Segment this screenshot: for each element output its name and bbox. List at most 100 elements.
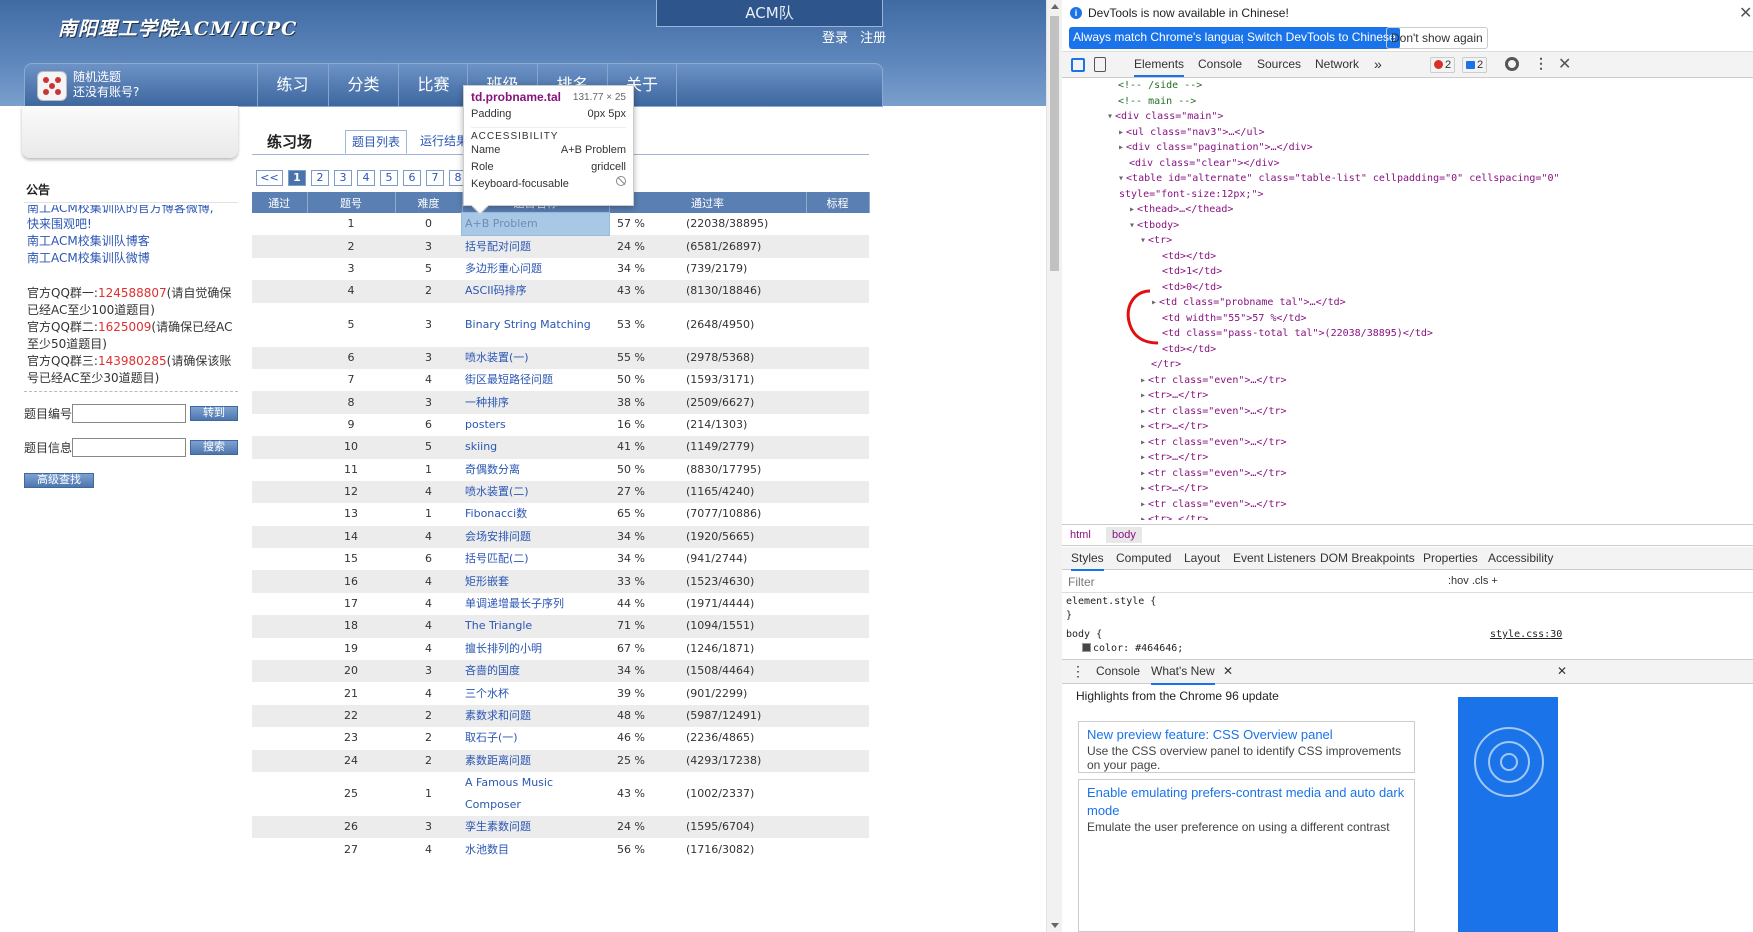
tab-accessibility[interactable]: Accessibility — [1488, 547, 1553, 569]
collapse-arrow-icon[interactable]: ▸ — [1140, 452, 1146, 463]
dom-node[interactable]: ▾ <tbody> — [1129, 218, 1179, 234]
dom-node[interactable]: <td width="55">57 %</td> — [1162, 311, 1307, 327]
page-1[interactable]: 1 — [288, 170, 306, 186]
dom-node[interactable]: ▸ <td class="probname tal">…</td> — [1151, 295, 1346, 311]
problem-link[interactable]: 擅长排列的小明 — [462, 638, 609, 660]
dom-node[interactable]: <td>1</td> — [1162, 264, 1222, 280]
col-id[interactable]: 题号 — [307, 192, 396, 213]
problem-link[interactable]: 三个水杯 — [462, 682, 609, 704]
collapse-arrow-icon[interactable]: ▸ — [1140, 406, 1146, 417]
random-pick[interactable]: 随机选题 还没有账号? — [73, 70, 139, 100]
dom-node[interactable]: ▸ <ul class="nav3">…</ul> — [1118, 125, 1265, 141]
problem-link[interactable]: 素数距离问题 — [462, 749, 609, 772]
page-3[interactable]: 3 — [334, 170, 352, 186]
dom-node[interactable]: ▸ <tr>…</tr> — [1140, 419, 1208, 435]
tab-sources[interactable]: Sources — [1257, 52, 1301, 77]
collapse-arrow-icon[interactable]: ▸ — [1140, 437, 1146, 448]
col-passed[interactable]: 通过 — [252, 192, 308, 213]
device-toolbar-icon[interactable] — [1094, 57, 1106, 72]
card-title[interactable]: New preview feature: CSS Overview panel — [1087, 726, 1406, 744]
problem-link[interactable]: skiing — [462, 436, 609, 459]
col-solution[interactable]: 标程 — [806, 192, 870, 213]
no-account-link[interactable]: 还没有账号? — [73, 85, 139, 100]
crumb-html[interactable]: html — [1064, 527, 1097, 543]
problem-link[interactable]: The Triangle — [462, 615, 609, 638]
dice-icon[interactable] — [37, 71, 67, 101]
dom-node[interactable]: ▸ <thead>…</thead> — [1129, 202, 1233, 218]
dom-node[interactable]: ▸ <tr>…</tr> — [1140, 512, 1208, 520]
whats-new-card[interactable]: Enable emulating prefers-contrast media … — [1078, 779, 1415, 932]
problem-link[interactable]: A Famous Music Composer — [462, 772, 609, 816]
collapse-arrow-icon[interactable]: ▸ — [1140, 483, 1146, 494]
tab-layout[interactable]: Layout — [1184, 547, 1220, 569]
whats-new-card[interactable]: New preview feature: CSS Overview panel … — [1078, 721, 1415, 773]
problem-link[interactable]: 吝啬的国度 — [462, 660, 609, 683]
problem-link[interactable]: 孪生素数问题 — [462, 815, 609, 839]
switch-chinese-button[interactable]: Switch DevTools to Chinese — [1243, 27, 1400, 49]
collapse-arrow-icon[interactable]: ▸ — [1140, 375, 1146, 386]
dom-node[interactable]: <div class="clear"></div> — [1129, 156, 1280, 172]
problem-link[interactable]: 水池数目 — [462, 838, 609, 860]
tab-network[interactable]: Network — [1315, 52, 1359, 77]
problem-link[interactable]: 喷水装置(二) — [462, 480, 609, 504]
dom-node[interactable]: ▸ <tr class="even">…</tr> — [1140, 404, 1287, 420]
scroll-up-icon[interactable] — [1051, 4, 1059, 9]
collapse-arrow-icon[interactable]: ▸ — [1129, 204, 1135, 215]
inspect-element-icon[interactable] — [1071, 58, 1085, 72]
collapse-arrow-icon[interactable]: ▸ — [1140, 421, 1146, 432]
close-devtools-icon[interactable]: ✕ — [1558, 54, 1571, 74]
notice-link[interactable]: 快来围观吧! — [24, 216, 238, 233]
nav-practice[interactable]: 练习 — [257, 64, 327, 107]
nav-contest[interactable]: 比赛 — [398, 64, 468, 107]
goto-button[interactable]: 转到 — [190, 406, 238, 421]
problem-link[interactable]: 多边形重心问题 — [462, 258, 609, 280]
site-logo[interactable]: 南阳理工学院ACM/ICPC — [58, 14, 297, 41]
css-source-link[interactable]: style.css:30 — [1490, 628, 1562, 642]
problem-link[interactable]: 括号匹配(二) — [462, 548, 609, 570]
tab-computed[interactable]: Computed — [1116, 547, 1171, 569]
login-link[interactable]: 登录 — [822, 31, 848, 46]
kebab-menu-icon[interactable]: ⋮ — [1534, 55, 1548, 72]
dom-node[interactable]: ▸ <tr class="even">…</tr> — [1140, 497, 1287, 513]
color-swatch[interactable] — [1082, 643, 1091, 652]
dom-node[interactable]: <!-- /side --> — [1118, 78, 1202, 94]
close-drawer-icon[interactable]: ✕ — [1557, 660, 1567, 683]
dom-node[interactable]: ▸ <tr>…</tr> — [1140, 481, 1208, 497]
collapse-arrow-icon[interactable]: ▸ — [1140, 468, 1146, 479]
nav-category[interactable]: 分类 — [328, 64, 398, 107]
notice-link-weibo[interactable]: 南工ACM校集训队微博 — [24, 250, 238, 267]
tab-dom-breakpoints[interactable]: DOM Breakpoints — [1320, 547, 1415, 569]
dom-node[interactable]: style="font-size:12px;"> — [1119, 187, 1264, 203]
problem-link[interactable]: Binary String Matching — [462, 303, 609, 347]
col-level[interactable]: 难度 — [395, 192, 463, 213]
problem-link[interactable]: 素数求和问题 — [462, 704, 609, 728]
problem-link[interactable]: 会场安排问题 — [462, 525, 609, 549]
message-count-badge[interactable]: 2 — [1462, 57, 1488, 73]
advanced-search-button[interactable]: 高级查找 — [24, 473, 94, 488]
tab-styles[interactable]: Styles — [1071, 547, 1104, 571]
dom-node[interactable]: <td></td> — [1162, 249, 1216, 265]
problem-link[interactable]: 单调递增最长子序列 — [462, 593, 609, 615]
problem-link[interactable]: 矩形嵌套 — [462, 570, 609, 593]
search-button[interactable]: 搜索 — [190, 440, 238, 455]
collapse-arrow-icon[interactable]: ▸ — [1118, 142, 1124, 153]
dom-node[interactable]: ▸ <div class="pagination">…</div> — [1118, 140, 1313, 156]
dom-node[interactable]: ▸ <tr class="even">…</tr> — [1140, 466, 1287, 482]
notice-link[interactable]: 南工ACM校集训队的官方博客微博, — [24, 205, 238, 216]
styles-filter-tools[interactable]: :hov .cls + — [1448, 575, 1498, 587]
collapse-arrow-icon[interactable]: ▸ — [1140, 514, 1146, 520]
dom-node[interactable]: ▸ <tr>…</tr> — [1140, 450, 1208, 466]
error-count-badge[interactable]: 2 — [1430, 57, 1456, 73]
collapse-arrow-icon[interactable]: ▸ — [1140, 390, 1146, 401]
problem-link[interactable]: 一种排序 — [462, 391, 609, 414]
dom-node[interactable]: ▸ <tr class="even">…</tr> — [1140, 435, 1287, 451]
page-6[interactable]: 6 — [403, 170, 421, 186]
expand-arrow-icon[interactable]: ▾ — [1118, 173, 1124, 184]
dom-node[interactable]: ▸ <tr>…</tr> — [1140, 388, 1208, 404]
collapse-arrow-icon[interactable]: ▸ — [1140, 499, 1146, 510]
page-first[interactable]: << — [256, 170, 283, 186]
dont-show-button[interactable]: Don't show again — [1386, 27, 1488, 49]
notice-link-blog[interactable]: 南工ACM校集训队博客 — [24, 233, 238, 250]
tab-console[interactable]: Console — [1198, 52, 1242, 77]
dom-node[interactable]: <td class="pass-total tal">(22038/38895)… — [1162, 326, 1433, 342]
